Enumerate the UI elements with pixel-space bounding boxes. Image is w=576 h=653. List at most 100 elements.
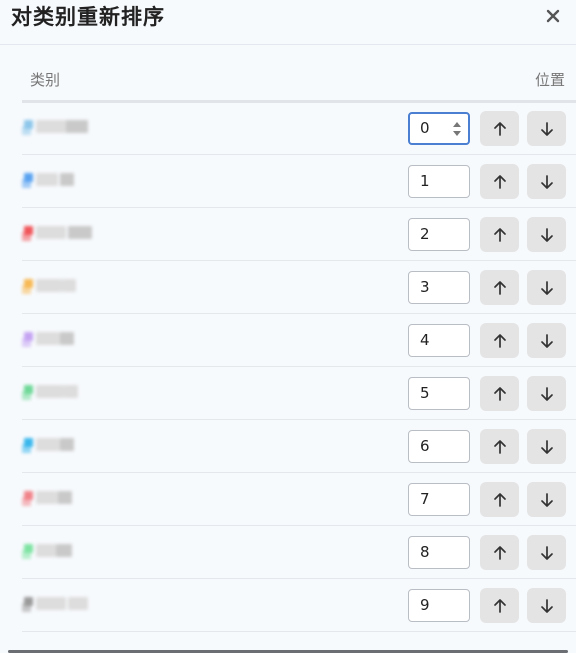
arrow-up-icon — [493, 121, 506, 136]
category-row: 2 — [22, 208, 576, 261]
position-value: 4 — [420, 331, 430, 349]
category-row: 5 — [22, 367, 576, 420]
dialog-header: 对类别重新排序 — [0, 0, 576, 45]
redacted-text — [68, 597, 88, 610]
position-input[interactable]: 0 — [408, 112, 470, 145]
column-header-position: 位置 — [534, 71, 565, 89]
redacted-text — [36, 544, 56, 557]
redacted-text — [36, 173, 58, 186]
category-name-redacted — [16, 381, 106, 403]
redacted-text — [60, 332, 74, 345]
arrow-up-icon — [493, 227, 506, 242]
arrow-down-icon — [540, 333, 553, 348]
move-up-button[interactable] — [480, 164, 519, 199]
redacted-text — [36, 438, 60, 451]
position-input[interactable]: 8 — [408, 536, 470, 569]
category-color-swatch — [22, 444, 31, 453]
redacted-text — [58, 491, 72, 504]
redacted-text — [36, 385, 64, 398]
category-name-redacted — [16, 222, 106, 244]
move-up-button[interactable] — [480, 217, 519, 252]
move-down-button[interactable] — [527, 588, 566, 623]
move-down-button[interactable] — [527, 535, 566, 570]
position-input[interactable]: 6 — [408, 430, 470, 463]
arrow-down-icon — [540, 598, 553, 613]
redacted-text — [36, 597, 66, 610]
move-up-button[interactable] — [480, 535, 519, 570]
move-down-button[interactable] — [527, 270, 566, 305]
category-color-swatch — [22, 497, 31, 506]
column-header-category: 类别 — [30, 71, 61, 89]
move-up-button[interactable] — [480, 270, 519, 305]
arrow-up-icon — [493, 545, 506, 560]
redacted-text — [68, 226, 92, 239]
position-value: 2 — [420, 225, 430, 243]
position-input[interactable]: 9 — [408, 589, 470, 622]
move-down-button[interactable] — [527, 323, 566, 358]
close-button[interactable] — [540, 3, 566, 29]
arrow-up-icon — [493, 492, 506, 507]
position-input[interactable]: 3 — [408, 271, 470, 304]
category-color-swatch — [22, 391, 31, 400]
category-color-swatch — [22, 550, 31, 559]
category-color-swatch — [22, 603, 31, 612]
position-input[interactable]: 4 — [408, 324, 470, 357]
category-name-redacted — [16, 434, 106, 456]
redacted-text — [56, 544, 72, 557]
redacted-text — [60, 173, 74, 186]
category-list: 0 1 2 3 4 5 6 7 8 9 — [22, 102, 576, 632]
arrow-up-icon — [493, 280, 506, 295]
arrow-down-icon — [540, 545, 553, 560]
move-up-button[interactable] — [480, 376, 519, 411]
position-input[interactable]: 1 — [408, 165, 470, 198]
position-value: 1 — [420, 172, 430, 190]
arrow-up-icon — [493, 333, 506, 348]
move-up-button[interactable] — [480, 111, 519, 146]
category-row: 3 — [22, 261, 576, 314]
category-color-swatch — [22, 338, 31, 347]
spinner-icon[interactable] — [452, 120, 462, 138]
category-name-redacted — [16, 116, 106, 138]
redacted-text — [36, 332, 60, 345]
arrow-up-icon — [493, 439, 506, 454]
move-up-button[interactable] — [480, 429, 519, 464]
move-up-button[interactable] — [480, 323, 519, 358]
position-input[interactable]: 2 — [408, 218, 470, 251]
close-icon — [546, 9, 560, 23]
dialog-title: 对类别重新排序 — [11, 5, 165, 29]
arrow-down-icon — [540, 386, 553, 401]
move-down-button[interactable] — [527, 429, 566, 464]
move-down-button[interactable] — [527, 111, 566, 146]
category-row: 9 — [22, 579, 576, 632]
category-row: 0 — [22, 102, 576, 155]
category-color-swatch — [22, 179, 31, 188]
category-name-redacted — [16, 540, 106, 562]
arrow-up-icon — [493, 598, 506, 613]
move-down-button[interactable] — [527, 217, 566, 252]
position-value: 0 — [420, 119, 430, 137]
position-input[interactable]: 5 — [408, 377, 470, 410]
category-name-redacted — [16, 275, 106, 297]
arrow-down-icon — [540, 227, 553, 242]
category-name-redacted — [16, 169, 106, 191]
move-down-button[interactable] — [527, 482, 566, 517]
arrow-up-icon — [493, 386, 506, 401]
arrow-down-icon — [540, 280, 553, 295]
arrow-down-icon — [540, 492, 553, 507]
table-header: 类别 位置 — [22, 60, 576, 103]
redacted-text — [64, 385, 78, 398]
move-down-button[interactable] — [527, 376, 566, 411]
redacted-text — [36, 491, 58, 504]
position-input[interactable]: 7 — [408, 483, 470, 516]
position-value: 9 — [420, 596, 430, 614]
redacted-text — [62, 279, 76, 292]
arrow-down-icon — [540, 174, 553, 189]
move-down-button[interactable] — [527, 164, 566, 199]
category-name-redacted — [16, 487, 106, 509]
move-up-button[interactable] — [480, 588, 519, 623]
move-up-button[interactable] — [480, 482, 519, 517]
arrow-down-icon — [540, 121, 553, 136]
arrow-up-icon — [493, 174, 506, 189]
position-value: 3 — [420, 278, 430, 296]
position-value: 7 — [420, 490, 430, 508]
